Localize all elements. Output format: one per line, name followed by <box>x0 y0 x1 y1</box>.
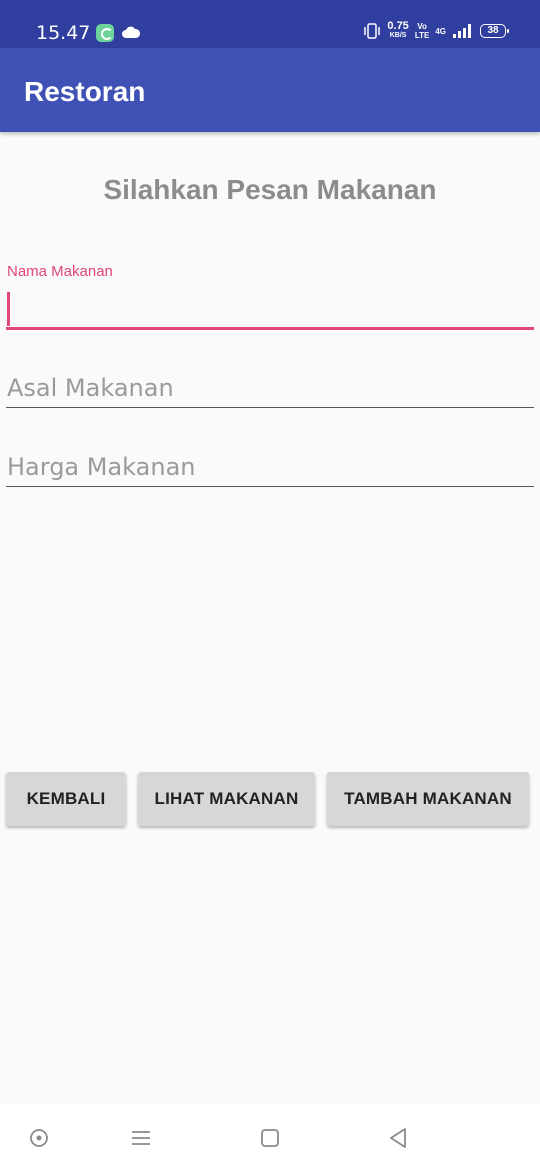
home-icon[interactable] <box>258 1126 282 1150</box>
network-type: 4G <box>435 26 446 36</box>
lihat-makanan-button[interactable]: LIHAT MAKANAN <box>138 772 315 826</box>
asal-makanan-input[interactable]: Asal Makanan <box>6 368 534 408</box>
volte-top: Vo <box>417 22 427 31</box>
nama-makanan-label: Nama Makanan <box>7 263 113 280</box>
status-indicators: 0.75 KB/S Vo LTE 4G 38 <box>363 20 509 42</box>
network-speed-value: 0.75 <box>387 20 409 32</box>
harga-makanan-input[interactable]: Harga Makanan <box>6 447 534 487</box>
network-speed-unit: KB/S <box>389 32 407 39</box>
text-cursor <box>7 292 10 326</box>
status-bar: 15.47 0.75 KB/S Vo LTE 4G 38 <box>0 0 540 48</box>
vibrate-icon <box>364 23 381 39</box>
back-icon[interactable] <box>386 1126 410 1150</box>
assist-icon[interactable] <box>27 1126 51 1150</box>
app-notification-icon <box>96 24 114 42</box>
tambah-makanan-button[interactable]: TAMBAH MAKANAN <box>327 772 529 826</box>
kembali-button[interactable]: KEMBALI <box>6 772 126 826</box>
battery-indicator: 38 <box>480 24 509 38</box>
app-bar: Restoran <box>0 48 540 132</box>
page-heading: Silahkan Pesan Makanan <box>103 174 437 205</box>
volte-indicator: Vo LTE <box>415 22 430 40</box>
signal-icon <box>453 24 471 38</box>
system-nav-bar <box>0 1104 540 1170</box>
nama-makanan-input[interactable] <box>6 290 534 330</box>
harga-makanan-placeholder: Harga Makanan <box>7 453 196 481</box>
asal-makanan-placeholder: Asal Makanan <box>7 374 174 402</box>
menu-icon[interactable] <box>129 1126 153 1150</box>
battery-level: 38 <box>487 25 499 36</box>
cloud-icon <box>122 26 140 38</box>
volte-bottom: LTE <box>414 31 430 40</box>
app-title: Restoran <box>24 76 146 107</box>
network-speed: 0.75 KB/S <box>387 20 409 40</box>
status-time: 15.47 <box>36 22 91 44</box>
